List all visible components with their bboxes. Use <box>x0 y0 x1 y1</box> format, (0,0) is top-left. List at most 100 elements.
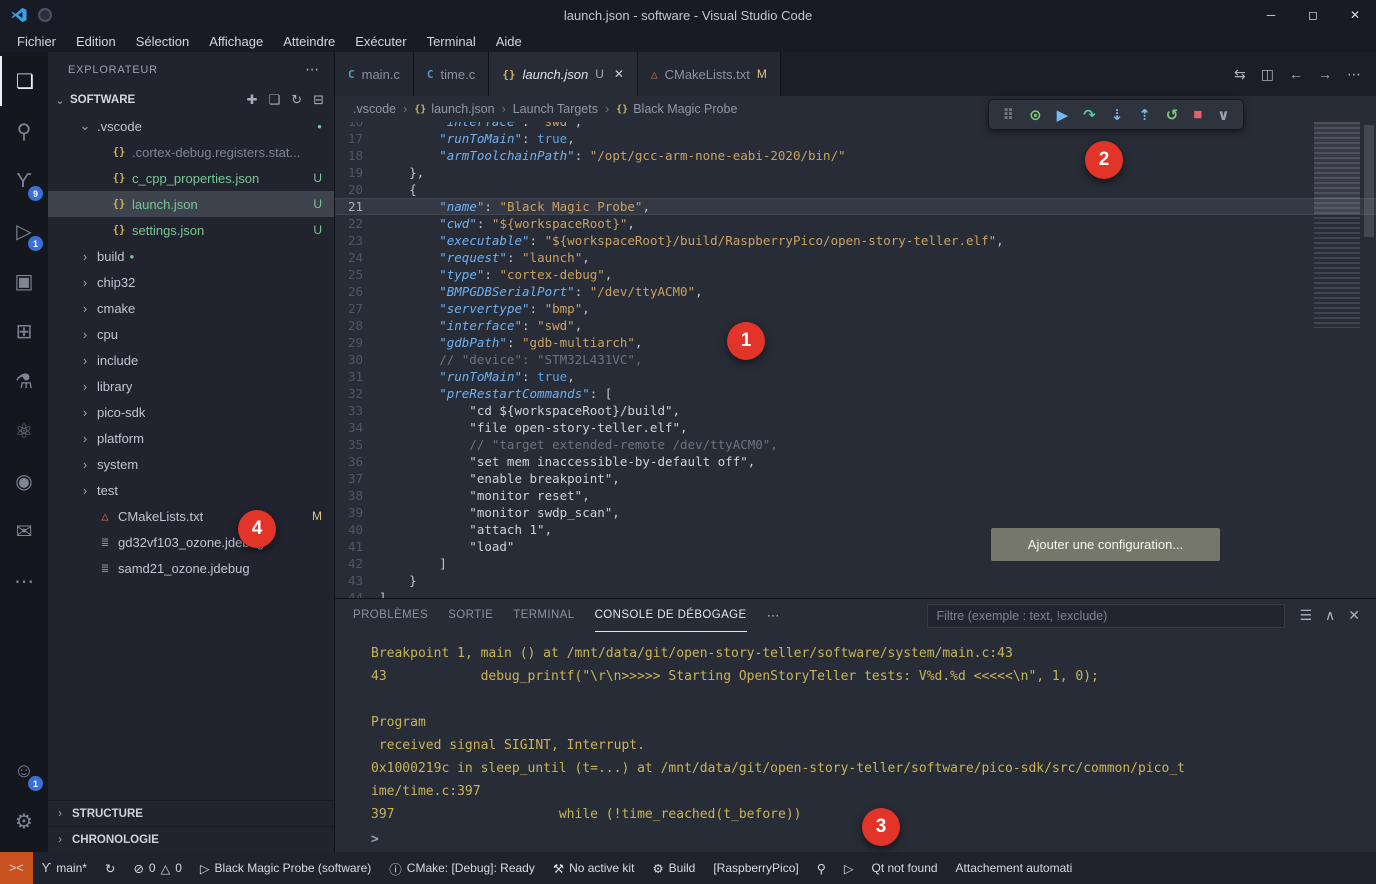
line-number[interactable]: 28 <box>335 317 379 334</box>
activity-test[interactable]: ⚗ <box>0 356 48 406</box>
status-git-branch[interactable]: ϒmain* <box>33 852 96 884</box>
maximize-panel-icon[interactable]: ∧ <box>1325 607 1335 624</box>
activity-more[interactable]: ⋯ <box>0 556 48 606</box>
code-line[interactable]: 25 "type": "cortex-debug", <box>335 266 1376 283</box>
tree-item[interactable]: {}settings.jsonU <box>48 217 334 243</box>
code-line[interactable]: 27 "servertype": "bmp", <box>335 300 1376 317</box>
more-icon[interactable]: ⋯ <box>1347 66 1361 83</box>
line-number[interactable]: 16 <box>335 122 379 130</box>
status-auto-attach[interactable]: Attachement automati <box>947 852 1082 884</box>
compare-icon[interactable]: ⇆ <box>1234 66 1246 83</box>
tab-launch.json[interactable]: {}launch.jsonU✕ <box>489 52 638 96</box>
code-line[interactable]: 26 "BMPGDBSerialPort": "/dev/ttyACM0", <box>335 283 1376 300</box>
panel-tab[interactable]: TERMINAL <box>513 599 574 632</box>
section-chronologie[interactable]: › CHRONOLOGIE <box>48 826 334 852</box>
restart-icon[interactable]: ↺ <box>1166 106 1179 124</box>
split-editor-icon[interactable]: ◫ <box>1261 66 1274 83</box>
tab-time.c[interactable]: Ctime.c <box>414 52 489 96</box>
tree-item[interactable]: ›chip32 <box>48 269 334 295</box>
panel-tab[interactable]: SORTIE <box>448 599 493 632</box>
tree-item[interactable]: ›cpu <box>48 321 334 347</box>
close-panel-icon[interactable]: ✕ <box>1348 607 1360 624</box>
activity-mail[interactable]: ✉ <box>0 506 48 556</box>
stop-icon[interactable]: ■ <box>1193 106 1202 123</box>
breadcrumb-item[interactable]: Launch Targets <box>513 102 598 116</box>
activity-extensions[interactable]: ⊞ <box>0 306 48 356</box>
editor-scrollbar[interactable] <box>1364 125 1374 237</box>
section-structure[interactable]: › STRUCTURE <box>48 800 334 826</box>
code-line[interactable]: 33 "cd ${workspaceRoot}/build", <box>335 402 1376 419</box>
tree-item[interactable]: ›test <box>48 477 334 503</box>
line-number[interactable]: 19 <box>335 164 379 181</box>
status-build[interactable]: ⚙Build <box>643 852 704 884</box>
console-filter-input[interactable] <box>927 604 1285 628</box>
line-number[interactable]: 30 <box>335 351 379 368</box>
code-line[interactable]: 24 "request": "launch", <box>335 249 1376 266</box>
menu-item[interactable]: Fichier <box>8 33 65 50</box>
more-icon[interactable]: ⋯ <box>767 608 780 624</box>
grip-icon[interactable]: ⠿ <box>1002 106 1014 124</box>
menu-item[interactable]: Affichage <box>200 33 272 50</box>
activity-run-debug[interactable]: ▷1 <box>0 206 48 256</box>
filter-lines-icon[interactable]: ☰ <box>1299 607 1312 624</box>
tree-item[interactable]: ⌄.vscode● <box>48 113 334 139</box>
tree-item[interactable]: ›cmake <box>48 295 334 321</box>
code-line[interactable]: 31 "runToMain": true, <box>335 368 1376 385</box>
activity-test-adapter[interactable]: ⚛ <box>0 406 48 456</box>
chevron-down-icon[interactable]: ∨ <box>1217 106 1229 124</box>
line-number[interactable]: 33 <box>335 402 379 419</box>
line-number[interactable]: 41 <box>335 538 379 555</box>
line-number[interactable]: 37 <box>335 470 379 487</box>
code-line[interactable]: 22 "cwd": "${workspaceRoot}", <box>335 215 1376 232</box>
activity-settings[interactable]: ⚙ <box>0 796 48 846</box>
tree-item[interactable]: ›library <box>48 373 334 399</box>
step-over-icon[interactable]: ↷ <box>1083 106 1096 124</box>
menu-item[interactable]: Terminal <box>418 33 485 50</box>
line-number[interactable]: 44 <box>335 589 379 598</box>
activity-remote-explorer[interactable]: ▣ <box>0 256 48 306</box>
tree-item[interactable]: ›platform <box>48 425 334 451</box>
line-number[interactable]: 27 <box>335 300 379 317</box>
line-number[interactable]: 29 <box>335 334 379 351</box>
minimize-button[interactable]: ─ <box>1250 0 1292 30</box>
activity-explorer[interactable]: ❏ <box>0 56 48 106</box>
tree-item[interactable]: ≣samd21_ozone.jdebug <box>48 555 334 581</box>
maximize-button[interactable]: ◻ <box>1292 0 1334 30</box>
activity-source-control[interactable]: ϒ9 <box>0 156 48 206</box>
code-line[interactable]: 39 "monitor swdp_scan", <box>335 504 1376 521</box>
new-folder-icon[interactable]: ❏ <box>269 92 281 108</box>
breadcrumb-item[interactable]: {}launch.json <box>414 102 494 116</box>
tree-item[interactable]: ≣gd32vf103_ozone.jdebug <box>48 529 334 555</box>
line-number[interactable]: 23 <box>335 232 379 249</box>
breadcrumb-item[interactable]: .vscode <box>353 102 396 116</box>
line-number[interactable]: 35 <box>335 436 379 453</box>
status-cmake-status[interactable]: ⓘCMake: [Debug]: Ready <box>380 852 544 884</box>
code-line[interactable]: 37 "enable breakpoint", <box>335 470 1376 487</box>
collapse-all-icon[interactable]: ⊟ <box>313 92 324 108</box>
status-launch[interactable]: ▷ <box>835 852 863 884</box>
line-number[interactable]: 26 <box>335 283 379 300</box>
code-line[interactable]: 20 { <box>335 181 1376 198</box>
line-number[interactable]: 32 <box>335 385 379 402</box>
tree-item[interactable]: ›build● <box>48 243 334 269</box>
activity-debug-alt[interactable]: ◉ <box>0 456 48 506</box>
code-line[interactable]: 18 "armToolchainPath": "/opt/gcc-arm-non… <box>335 147 1376 164</box>
status-sync[interactable]: ↻ <box>96 852 124 884</box>
menu-item[interactable]: Sélection <box>127 33 198 50</box>
new-file-icon[interactable]: ✚ <box>247 92 258 108</box>
tree-item[interactable]: ›system <box>48 451 334 477</box>
activity-accounts[interactable]: ☺1 <box>0 746 48 796</box>
tree-item[interactable]: △CMakeLists.txtM <box>48 503 334 529</box>
line-number[interactable]: 25 <box>335 266 379 283</box>
status-build-target[interactable]: [RaspberryPico] <box>704 852 807 884</box>
continue-icon[interactable]: ▶ <box>1057 106 1069 124</box>
tree-item[interactable]: ›pico-sdk <box>48 399 334 425</box>
code-line[interactable]: 23 "executable": "${workspaceRoot}/build… <box>335 232 1376 249</box>
tab-CMakeLists.txt[interactable]: △CMakeLists.txtM <box>638 52 781 96</box>
status-cmake-kit[interactable]: ⚒No active kit <box>544 852 644 884</box>
menu-item[interactable]: Edition <box>67 33 125 50</box>
status-qt-status[interactable]: Qt not found <box>863 852 947 884</box>
line-number[interactable]: 20 <box>335 181 379 198</box>
code-line[interactable]: 32 "preRestartCommands": [ <box>335 385 1376 402</box>
line-number[interactable]: 18 <box>335 147 379 164</box>
